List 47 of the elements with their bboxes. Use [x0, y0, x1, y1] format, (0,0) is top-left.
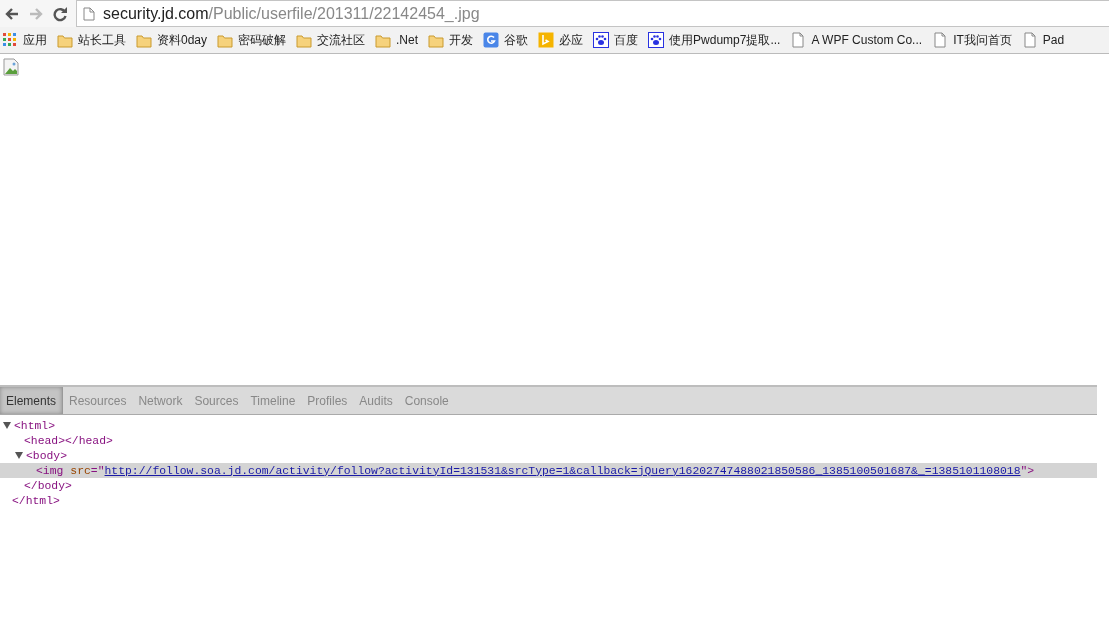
url-link[interactable]: http://follow.soa.jd.com/activity/follow?activityId=131531&srcType=1&callback=jQuery16202747488021850586_1385100501687&_=1385101108018	[104, 464, 1021, 477]
tag-text: <head></head>	[24, 434, 113, 447]
bookmark[interactable]: Pad	[1021, 32, 1065, 48]
folder-icon	[375, 32, 392, 48]
bookmark[interactable]: 使用Pwdump7提取...	[648, 31, 781, 49]
paw-icon	[648, 32, 665, 48]
selected-row-highlight[interactable]: <img src="http://follow.soa.jd.com/activity/follow?activityId=131531&srcType=1&callback=jQuery16202747488021850586_1385100501687&_=1385101108018">	[0, 463, 1097, 478]
folder-icon	[136, 32, 152, 48]
attribute-name: src	[70, 464, 91, 477]
address-bar[interactable]: security.jd.com/Public/userfile/201311/22142454_.jpg	[76, 0, 1109, 27]
paw-icon	[593, 32, 610, 48]
tag-text: <html>	[14, 419, 55, 432]
bookmark[interactable]: 百度	[593, 31, 639, 49]
bookmark[interactable]: 密码破解	[217, 31, 287, 49]
expanded-triangle-icon[interactable]	[3, 422, 11, 429]
bookmark[interactable]: 站长工具	[57, 31, 126, 49]
tag-text: ">	[1020, 464, 1035, 477]
folder-icon	[428, 32, 445, 48]
bookmark[interactable]: 必应	[538, 31, 584, 49]
tag-text: </body>	[24, 479, 72, 492]
bookmark[interactable]: 开发	[428, 31, 474, 49]
b-icon	[538, 32, 555, 48]
page-icon	[83, 6, 95, 21]
devtools-tab[interactable]: Elements	[0, 387, 64, 414]
bookmark[interactable]: A WPF Custom Co...	[790, 32, 923, 48]
page-icon	[790, 32, 807, 48]
attribute-punctuation: ="	[90, 464, 105, 477]
bookmark[interactable]: 交流社区	[296, 31, 366, 49]
tag-text: <body>	[26, 449, 67, 462]
g-icon	[483, 32, 500, 48]
tag-text: <img	[36, 464, 64, 477]
apps-icon	[2, 32, 18, 48]
reload-icon[interactable]	[52, 5, 68, 22]
broken-image-icon	[3, 58, 19, 76]
page-icon	[1021, 32, 1038, 48]
bookmark[interactable]: 谷歌	[483, 31, 529, 49]
bookmark[interactable]: 应用	[2, 31, 47, 49]
url-text: security.jd.com/Public/userfile/201311/22142454_.jpg	[103, 4, 480, 23]
page-icon	[932, 32, 949, 48]
bookmark[interactable]: .Net	[375, 32, 419, 48]
folder-icon	[217, 32, 234, 48]
tag-text: </html>	[12, 494, 60, 507]
back-icon[interactable]	[4, 5, 20, 22]
folder-icon	[57, 32, 73, 48]
bookmark[interactable]: 资料0day	[136, 31, 208, 49]
folder-icon	[296, 32, 313, 48]
bookmark[interactable]: IT我问首页	[932, 31, 1012, 49]
